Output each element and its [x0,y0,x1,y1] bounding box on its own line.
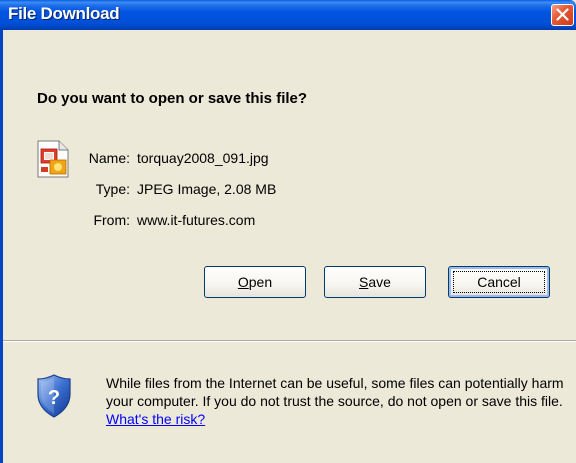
open-button-mnemonic: O [237,274,249,290]
close-icon [556,8,569,21]
security-warning-text: While files from the Internet can be use… [106,375,564,409]
save-button[interactable]: Save [324,266,426,298]
svg-text:?: ? [48,387,60,409]
window-title: File Download [8,4,120,23]
file-name-row: Name: torquay2008_091.jpg [82,150,269,166]
dialog-question: Do you want to open or save this file? [37,90,308,107]
separator-highlight [3,341,576,342]
file-name-value: torquay2008_091.jpg [137,150,269,166]
whats-the-risk-link[interactable]: What's the risk? [106,411,205,427]
file-source-row: From: www.it-futures.com [82,212,255,228]
file-source-label: From: [93,212,130,228]
security-warning: While files from the Internet can be use… [106,374,571,428]
file-source-value: www.it-futures.com [137,212,256,228]
file-name-label: Name: [88,150,130,166]
security-shield-icon: ? [37,374,71,418]
open-button-label: pen [248,274,273,290]
file-type-label: Type: [95,181,130,197]
file-type-row: Type: JPEG Image, 2.08 MB [82,181,277,197]
window-frame-left [0,30,3,463]
cancel-button[interactable]: Cancel [448,266,550,298]
save-button-mnemonic: S [359,274,369,290]
file-type-value: JPEG Image, 2.08 MB [137,181,277,197]
focus-rectangle [453,271,545,293]
open-button[interactable]: Open [204,266,306,298]
jpeg-file-icon [37,140,69,178]
save-button-label: ave [368,274,391,290]
close-button[interactable] [551,4,574,26]
file-download-dialog: File Download Do you want to open or sav… [0,0,576,463]
title-bar[interactable]: File Download [0,0,576,30]
